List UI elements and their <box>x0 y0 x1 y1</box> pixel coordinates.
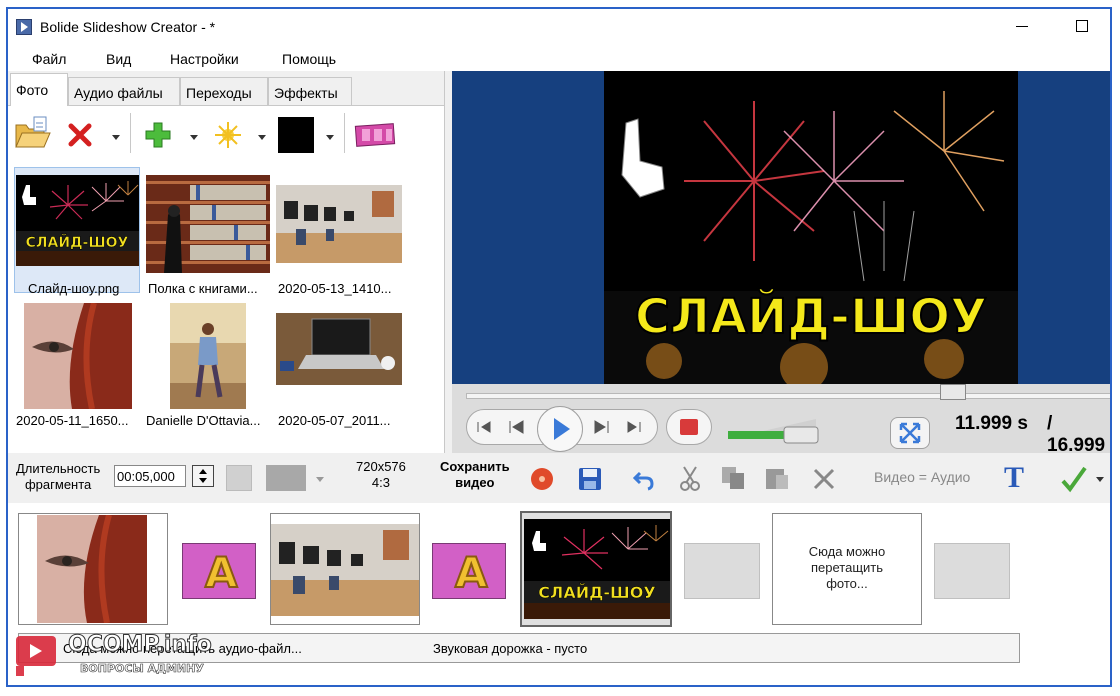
tab-transitions[interactable]: Переходы <box>180 77 268 105</box>
slide-thumb-slideshow: СЛАЙД-ШОУ <box>524 519 670 619</box>
timeline-transition[interactable]: A <box>182 543 256 599</box>
resolution-info: 720x576 4:3 <box>356 459 406 490</box>
seek-bar-thumb[interactable] <box>940 384 966 400</box>
app-window: Bolide Slideshow Creator - * Файл Вид На… <box>6 7 1112 687</box>
photo-caption: Danielle D'Ottavia... <box>146 413 261 428</box>
tab-audio[interactable]: Аудио файлы <box>68 77 180 105</box>
video-preview: СЛАЙД-ШОУ <box>604 71 1018 384</box>
remove-icon[interactable] <box>812 467 836 491</box>
text-tool-icon[interactable]: T <box>1004 461 1024 495</box>
drop-photo-slot[interactable]: Сюда можно перетащить фото... <box>772 513 922 625</box>
next-icon[interactable] <box>589 414 615 440</box>
current-time: 11.999 s <box>955 413 1028 434</box>
seek-bar-track[interactable] <box>466 393 1110 399</box>
tab-photo[interactable]: Фото <box>10 73 68 106</box>
border-color-button[interactable] <box>266 465 306 491</box>
open-folder-icon[interactable] <box>12 115 52 151</box>
svg-text:СЛАЙД-ШОУ: СЛАЙД-ШОУ <box>26 234 129 251</box>
fullscreen-icon <box>899 422 921 444</box>
disc-icon[interactable] <box>530 467 554 491</box>
stop-button[interactable] <box>666 409 712 445</box>
svg-text:СЛАЙД-ШОУ: СЛАЙД-ШОУ <box>538 583 655 602</box>
checkmark-dropdown-icon[interactable] <box>1096 477 1104 482</box>
previous-icon[interactable] <box>503 414 529 440</box>
window-title: Bolide Slideshow Creator - * <box>40 19 216 35</box>
background-color-button[interactable] <box>226 465 252 491</box>
photo-caption: Слайд-шоу.png <box>28 281 120 296</box>
photo-thumb-person[interactable] <box>170 303 246 409</box>
preview-panel: СЛАЙД-ШОУ 11.999 s / 16.999 <box>452 71 1110 456</box>
watermark: OCOMP.info ВОПРОСЫ АДМИНУ <box>12 624 232 680</box>
tab-effects[interactable]: Эффекты <box>268 77 352 105</box>
photo-thumb-bookshelf[interactable] <box>146 175 270 273</box>
watermark-tagline: ВОПРОСЫ АДМИНУ <box>80 662 204 676</box>
timeline-slide[interactable] <box>18 513 168 625</box>
border-color-dropdown-icon[interactable] <box>316 477 324 482</box>
svg-text:СЛАЙД-ШОУ: СЛАЙД-ШОУ <box>635 288 987 345</box>
add-dropdown-icon[interactable] <box>190 135 198 140</box>
title-bar: Bolide Slideshow Creator - * <box>8 9 1110 45</box>
editor-toolbar: Длительность фрагмента 720x576 4:3 Сохра… <box>8 455 1110 501</box>
photo-thumb-slideshow[interactable]: СЛАЙД-ШОУ <box>16 175 139 266</box>
empty-transition-slot[interactable] <box>684 543 760 599</box>
save-video-button[interactable]: Сохранить видео <box>440 459 510 491</box>
duration-label: Длительность фрагмента <box>16 461 101 492</box>
add-icon[interactable] <box>144 121 172 149</box>
total-time: / 16.999 <box>1047 413 1106 456</box>
effect-dropdown-icon[interactable] <box>258 135 266 140</box>
duration-input[interactable] <box>114 465 186 487</box>
paste-icon[interactable] <box>764 465 792 491</box>
volume-slider[interactable] <box>728 415 824 445</box>
minimize-button[interactable] <box>1016 26 1028 27</box>
photo-caption: Полка с книгами... <box>148 281 258 296</box>
transition-icon: A <box>454 547 488 598</box>
menu-settings[interactable]: Настройки <box>170 51 239 67</box>
drop-photo-hint: Сюда можно перетащить фото... <box>808 544 886 591</box>
photo-caption: 2020-05-11_1650... <box>16 413 129 428</box>
play-button[interactable] <box>537 406 583 452</box>
photo-caption: 2020-05-07_2011... <box>278 413 391 428</box>
video-equals-audio-button[interactable]: Видео = Аудио <box>874 469 970 485</box>
playback-controls <box>466 406 658 452</box>
empty-transition-slot[interactable] <box>934 543 1010 599</box>
audio-track-status: Звуковая дорожка - пусто <box>433 641 588 656</box>
slide-thumb-eye <box>37 515 147 623</box>
menu-file[interactable]: Файл <box>32 51 66 67</box>
go-start-icon[interactable] <box>471 414 497 440</box>
app-icon <box>16 19 32 35</box>
photo-thumb-eye[interactable] <box>24 303 132 409</box>
media-toolbar <box>8 109 444 157</box>
delete-icon[interactable] <box>68 123 92 147</box>
photo-caption: 2020-05-13_1410... <box>278 281 392 296</box>
color-dropdown-icon[interactable] <box>326 135 334 140</box>
timeline-transition[interactable]: A <box>432 543 506 599</box>
menu-bar: Файл Вид Настройки Помощь <box>8 45 1110 71</box>
menu-view[interactable]: Вид <box>106 51 131 67</box>
menu-help[interactable]: Помощь <box>282 51 336 67</box>
effect-star-icon[interactable] <box>214 121 242 149</box>
maximize-button[interactable] <box>1076 20 1088 32</box>
undo-icon[interactable] <box>632 467 656 491</box>
copy-icon[interactable] <box>720 465 748 491</box>
go-end-icon[interactable] <box>621 414 647 440</box>
timeline-slide-selected[interactable]: СЛАЙД-ШОУ <box>520 511 672 627</box>
cut-icon[interactable] <box>678 465 702 491</box>
delete-dropdown-icon[interactable] <box>112 135 120 140</box>
media-tabs: Фото Аудио файлы Переходы Эффекты <box>8 71 444 106</box>
fullscreen-button[interactable] <box>890 417 930 449</box>
photo-thumb-laptop[interactable] <box>276 313 402 385</box>
watermark-brand: OCOMP.info <box>68 632 213 658</box>
stop-icon <box>680 419 698 435</box>
duration-stepper[interactable] <box>192 465 214 487</box>
filmstrip-icon[interactable] <box>354 121 396 149</box>
checkmark-icon[interactable] <box>1060 465 1088 493</box>
slide-thumb-classroom <box>271 524 419 616</box>
media-panel: Фото Аудио файлы Переходы Эффекты СЛАЙД-… <box>8 71 445 453</box>
transition-icon: A <box>204 547 238 598</box>
save-icon[interactable] <box>578 467 602 491</box>
timeline-slide[interactable] <box>270 513 420 625</box>
photo-thumb-classroom[interactable] <box>276 185 402 263</box>
color-swatch[interactable] <box>278 117 314 153</box>
